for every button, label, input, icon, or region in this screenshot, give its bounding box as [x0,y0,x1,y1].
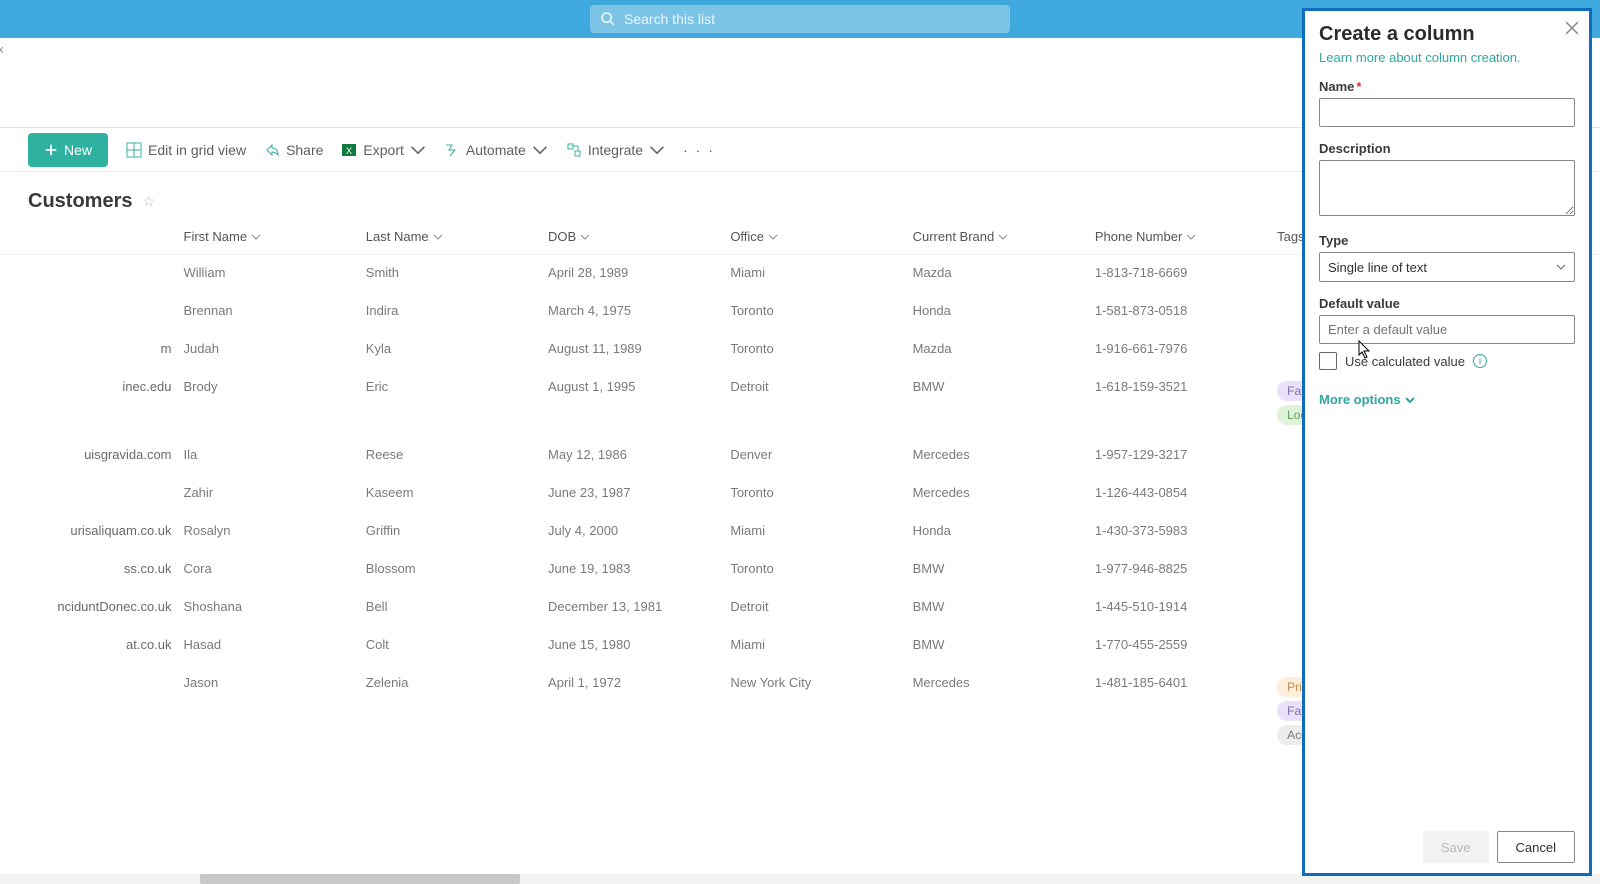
excel-icon: X [341,142,357,158]
column-header[interactable]: Office [722,219,904,255]
column-header[interactable]: Phone Number [1087,219,1269,255]
chevron-down-icon [1405,395,1415,405]
list-title: Customers [28,190,132,213]
default-value-label: Default value [1319,296,1575,311]
type-select[interactable]: Single line of text [1319,252,1575,282]
export-button[interactable]: X Export [341,142,425,158]
name-label: Name* [1319,79,1575,94]
automate-button[interactable]: Automate [444,142,548,158]
more-actions-button[interactable]: · · · [683,142,715,158]
chevron-down-icon [532,142,548,158]
chevron-down-icon [410,142,426,158]
integrate-label: Integrate [588,142,643,158]
edit-grid-button[interactable]: Edit in grid view [126,142,246,158]
cancel-button[interactable]: Cancel [1497,831,1575,863]
automate-label: Automate [466,142,526,158]
more-options-label: More options [1319,392,1401,407]
close-icon [1565,21,1579,35]
share-icon [264,142,280,158]
share-button[interactable]: Share [264,142,323,158]
column-header[interactable]: Current Brand [905,219,1087,255]
use-calculated-checkbox[interactable] [1319,352,1337,370]
integrate-icon [566,142,582,158]
panel-title: Create a column [1319,23,1575,46]
learn-more-link[interactable]: Learn more about column creation. [1319,50,1575,65]
new-button[interactable]: New [28,133,108,167]
type-label: Type [1319,233,1575,248]
close-panel-button[interactable] [1565,21,1579,38]
search-box[interactable]: Search this list [590,5,1010,33]
column-header[interactable]: Last Name [358,219,540,255]
save-button[interactable]: Save [1423,831,1489,863]
column-name-input[interactable] [1319,98,1575,127]
description-label: Description [1319,141,1575,156]
share-label: Share [286,142,323,158]
plus-icon [44,143,58,157]
search-placeholder: Search this list [624,11,715,27]
use-calculated-label: Use calculated value [1345,354,1465,369]
chevron-down-icon [649,142,665,158]
favorite-star-icon[interactable]: ☆ [142,193,155,210]
chevron-down-icon [1556,262,1566,272]
type-value: Single line of text [1328,260,1427,275]
more-options-toggle[interactable]: More options [1319,392,1575,407]
description-input[interactable] [1319,160,1575,216]
integrate-button[interactable]: Integrate [566,142,665,158]
column-header[interactable]: First Name [176,219,358,255]
truncated-text: x [0,44,4,56]
grid-icon [126,142,142,158]
export-label: Export [363,142,403,158]
flow-icon [444,142,460,158]
svg-text:X: X [346,146,352,156]
info-icon[interactable]: i [1473,354,1487,368]
new-label: New [64,142,92,158]
edit-grid-label: Edit in grid view [148,142,246,158]
column-header[interactable]: DOB [540,219,722,255]
create-column-panel: Create a column Learn more about column … [1302,8,1592,876]
default-value-input[interactable] [1319,315,1575,344]
search-icon [600,11,616,27]
